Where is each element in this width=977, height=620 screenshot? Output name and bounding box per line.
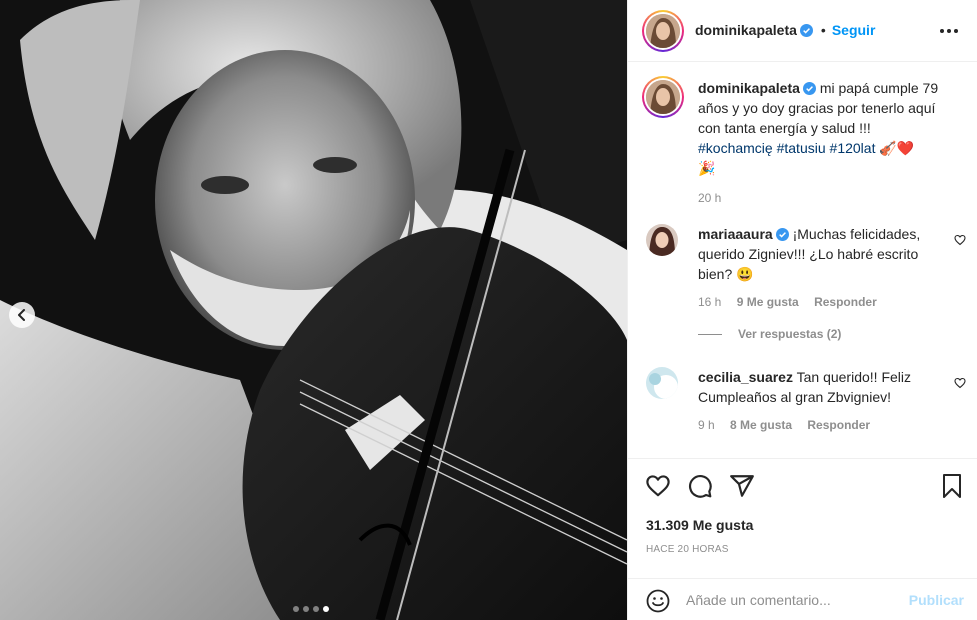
chevron-left-icon [18, 309, 25, 321]
like-comment-heart-icon[interactable] [954, 234, 966, 246]
publish-button[interactable]: Publicar [909, 592, 964, 608]
avatar[interactable] [646, 224, 678, 256]
carousel-dot-active [323, 606, 329, 612]
caption-emoji-end: 🎉 [698, 160, 716, 176]
carousel-indicators [293, 606, 329, 612]
post-side-panel: dominikapaleta • Seguir dominikapaleta m… [627, 0, 977, 620]
more-options-icon[interactable] [938, 20, 960, 42]
comment-likes[interactable]: 9 Me gusta [737, 295, 799, 309]
carousel-prev-button[interactable] [9, 302, 35, 328]
comment-time: 9 h [698, 418, 715, 432]
separator-dot: • [820, 22, 826, 38]
emoji-icon[interactable] [646, 589, 670, 613]
post-timestamp: HACE 20 HORAS [646, 544, 729, 555]
comment-likes[interactable]: 8 Me gusta [730, 418, 792, 432]
comment-meta: 9 h 8 Me gusta Responder [698, 415, 946, 435]
post-media[interactable] [0, 0, 627, 620]
comment-username[interactable]: mariaaaura [698, 226, 773, 242]
verified-badge-icon [799, 23, 813, 37]
carousel-dot [303, 606, 309, 612]
carousel-dot [293, 606, 299, 612]
like-comment-heart-icon[interactable] [954, 377, 966, 389]
post-header: dominikapaleta • Seguir [628, 0, 977, 62]
reply-button[interactable]: Responder [807, 418, 870, 432]
post-actions: 31.309 Me gusta HACE 20 HORAS [628, 458, 977, 578]
comment-input[interactable] [686, 588, 896, 612]
share-icon[interactable] [729, 473, 755, 499]
view-replies-label: Ver respuestas (2) [738, 327, 842, 341]
avatar [646, 14, 680, 48]
comment-item: cecilia_suarez Tan querido!! Feliz Cumpl… [698, 367, 946, 435]
avatar [646, 80, 680, 114]
comment-username[interactable]: cecilia_suarez [698, 369, 793, 385]
carousel-dot [313, 606, 319, 612]
comment-icon[interactable] [687, 473, 713, 499]
hashtag-link[interactable]: #kochamcię [698, 140, 773, 156]
post-caption: dominikapaleta mi papá cumple 79 años y … [698, 78, 958, 208]
avatar-story-ring[interactable] [642, 10, 684, 52]
reply-button[interactable]: Responder [814, 295, 877, 309]
header-username[interactable]: dominikapaleta [695, 22, 797, 38]
comment-time: 16 h [698, 295, 722, 309]
follow-button[interactable]: Seguir [832, 22, 876, 38]
hashtag-link[interactable]: #tatusiu [777, 140, 826, 156]
avatar[interactable] [646, 367, 678, 399]
caption-time: 20 h [698, 191, 722, 205]
comment-item: mariaaaura ¡Muchas felicidades, querido … [698, 224, 946, 312]
comments-section[interactable]: dominikapaleta mi papá cumple 79 años y … [628, 62, 977, 458]
caption-username[interactable]: dominikapaleta [698, 80, 800, 96]
view-replies-button[interactable]: Ver respuestas (2) [698, 327, 841, 341]
comment-meta: 16 h 9 Me gusta Responder [698, 292, 946, 312]
header-user: dominikapaleta • Seguir [695, 22, 875, 38]
replies-divider [698, 333, 722, 335]
verified-badge-icon [802, 82, 816, 95]
bookmark-icon[interactable] [940, 473, 964, 499]
hashtag-link[interactable]: #120lat [830, 140, 876, 156]
verified-badge-icon [775, 228, 789, 241]
caption-emojis: 🎻❤️ [879, 140, 915, 156]
post-photo [0, 0, 627, 620]
add-comment-bar: Publicar [628, 578, 977, 620]
likes-count[interactable]: 31.309 Me gusta [646, 517, 753, 533]
caption-avatar-ring[interactable] [642, 76, 684, 118]
heart-icon[interactable] [645, 473, 671, 499]
